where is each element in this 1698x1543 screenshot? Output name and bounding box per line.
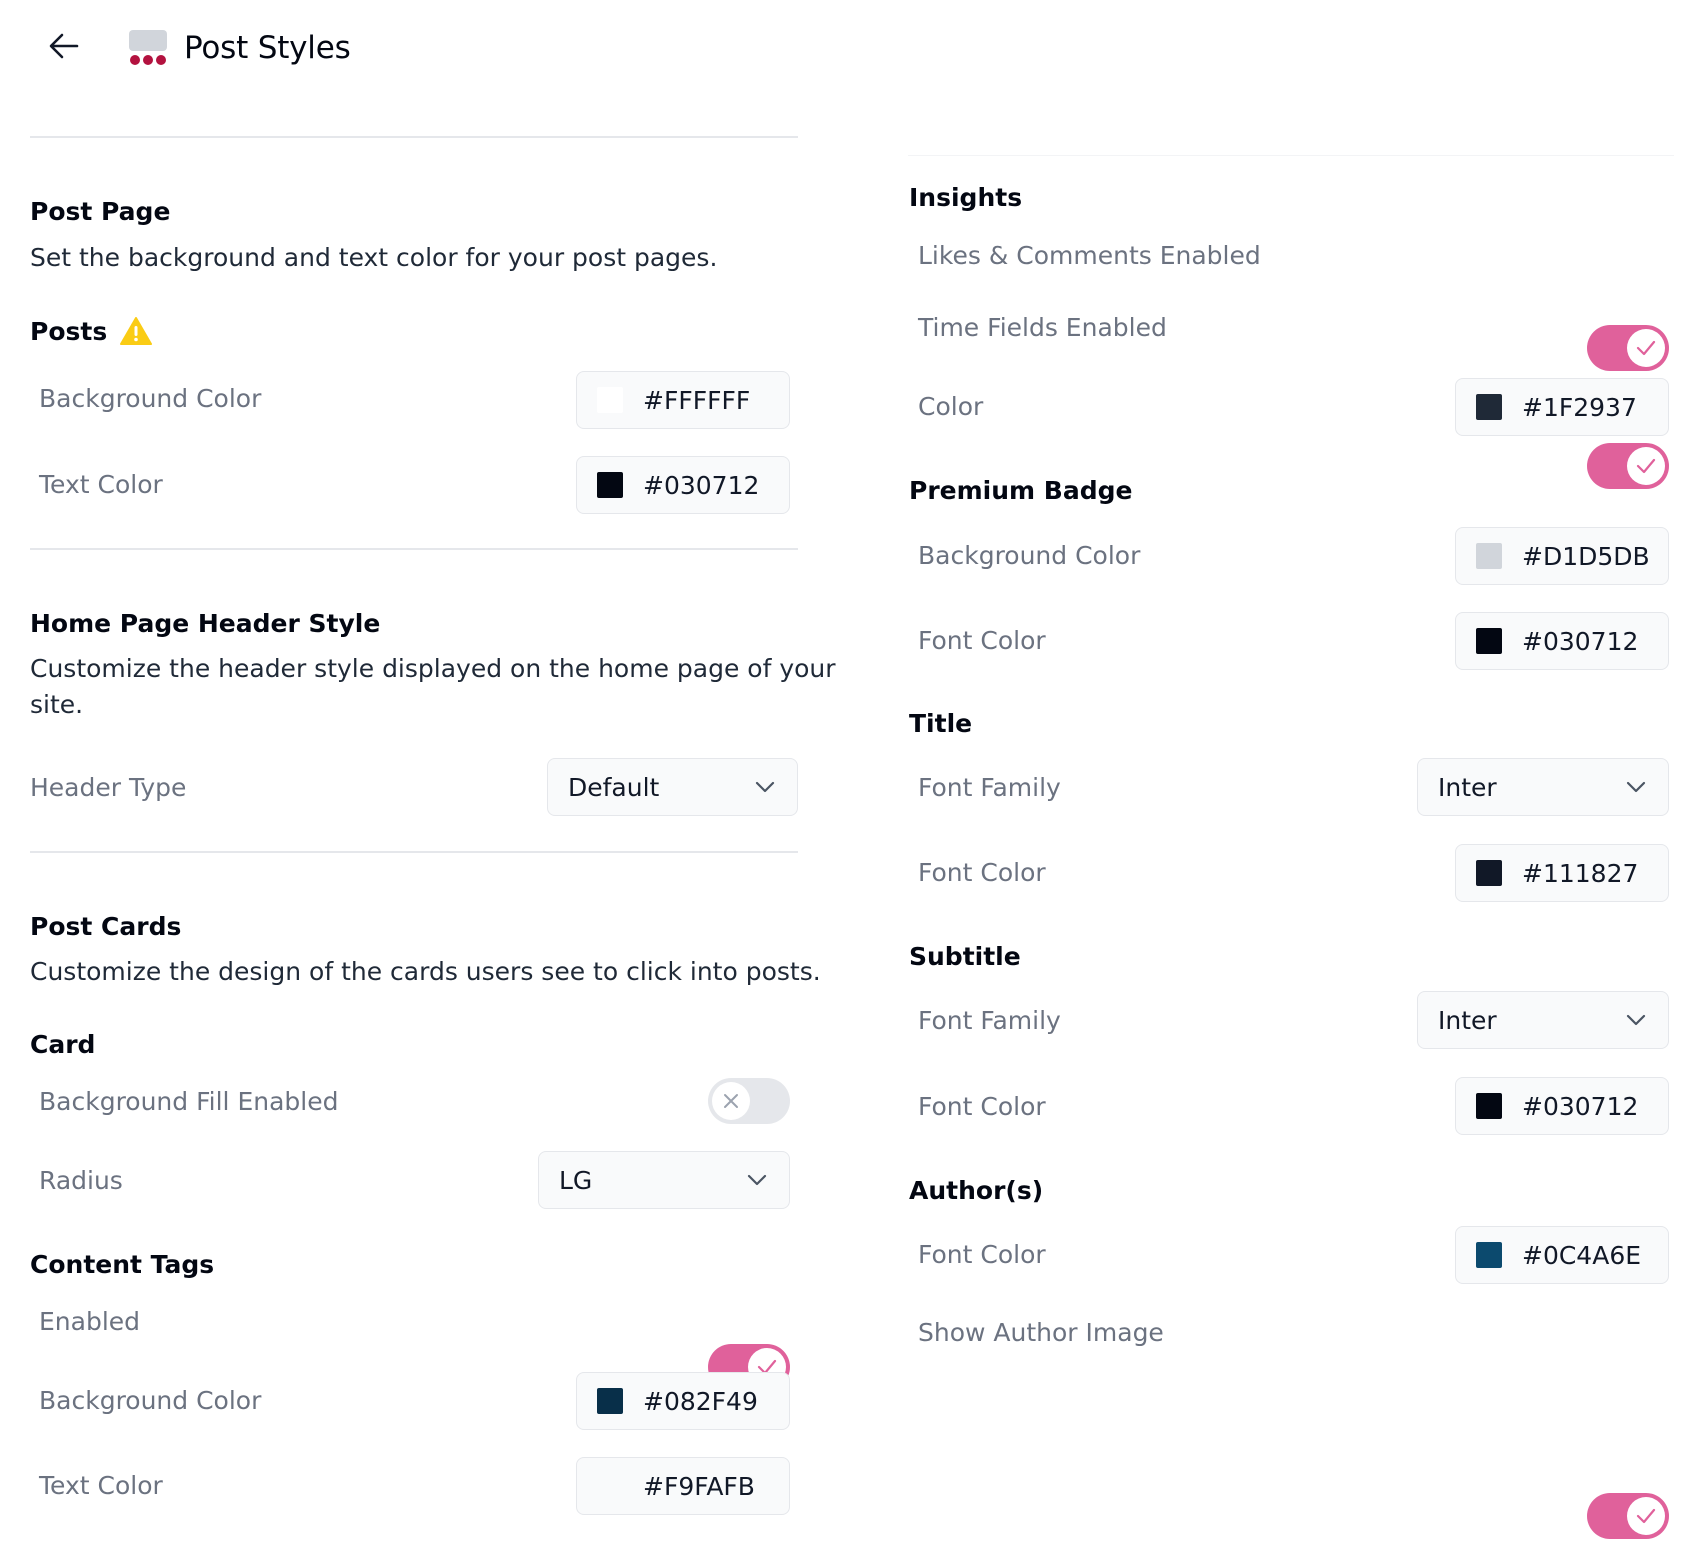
title-font-family-label: Font Family	[918, 773, 1061, 802]
subtitle-font-color-label: Font Color	[918, 1092, 1046, 1121]
header-type-select[interactable]: Default	[547, 758, 798, 816]
divider	[30, 136, 798, 138]
premium-badge-background-color-label: Background Color	[918, 541, 1141, 570]
insights-color-input[interactable]: #1F2937	[1455, 378, 1669, 436]
select-value: Default	[568, 772, 660, 802]
post-page-description: Set the background and text color for yo…	[30, 243, 718, 272]
radius-label: Radius	[39, 1166, 123, 1195]
subtitle-font-family-label: Font Family	[918, 1006, 1061, 1035]
x-icon	[724, 1094, 738, 1108]
color-value: #111827	[1522, 858, 1639, 888]
color-value: #F9FAFB	[643, 1471, 755, 1501]
chevron-down-icon	[747, 1174, 767, 1186]
show-author-image-label: Show Author Image	[918, 1318, 1164, 1347]
color-value: #030712	[1522, 1091, 1639, 1121]
premium-badge-background-color-input[interactable]: #D1D5DB	[1455, 527, 1669, 585]
header-type-label: Header Type	[30, 773, 187, 802]
insights-color-label: Color	[918, 392, 984, 421]
post-cards-description: Customize the design of the cards users …	[30, 957, 821, 986]
time-fields-label: Time Fields Enabled	[918, 313, 1167, 342]
toggle-knob	[1627, 1497, 1665, 1535]
author-font-color-input[interactable]: #0C4A6E	[1455, 1226, 1669, 1284]
divider	[30, 548, 798, 550]
back-button[interactable]	[44, 28, 84, 64]
panel-edge	[908, 155, 1674, 156]
toggle-knob	[1627, 447, 1665, 485]
premium-badge-font-color-input[interactable]: #030712	[1455, 612, 1669, 670]
premium-badge-subtitle: Premium Badge	[909, 476, 1133, 505]
color-value: #0C4A6E	[1522, 1240, 1642, 1270]
posts-background-color-label: Background Color	[39, 384, 262, 413]
toggle-knob	[712, 1082, 750, 1120]
card-subtitle: Card	[30, 1030, 96, 1059]
color-value: #FFFFFF	[643, 385, 751, 415]
title-font-color-label: Font Color	[918, 858, 1046, 887]
chevron-down-icon	[755, 781, 775, 793]
subtitle-subtitle: Subtitle	[909, 942, 1021, 971]
likes-comments-toggle[interactable]	[1587, 325, 1669, 371]
color-swatch	[1476, 543, 1502, 569]
color-swatch	[597, 472, 623, 498]
check-icon	[1636, 1508, 1656, 1524]
author-font-color-label: Font Color	[918, 1240, 1046, 1269]
warning-icon	[119, 316, 153, 346]
color-swatch	[597, 1388, 623, 1414]
color-value: #030712	[643, 470, 760, 500]
home-header-description-line1: Customize the header style displayed on …	[30, 654, 836, 683]
insights-subtitle: Insights	[909, 183, 1023, 212]
radius-select[interactable]: LG	[538, 1151, 790, 1209]
time-fields-toggle[interactable]	[1587, 443, 1669, 489]
posts-background-color-input[interactable]: #FFFFFF	[576, 371, 790, 429]
authors-subtitle: Author(s)	[909, 1176, 1044, 1205]
likes-comments-label: Likes & Comments Enabled	[918, 241, 1261, 270]
premium-badge-font-color-label: Font Color	[918, 626, 1046, 655]
check-icon	[1636, 458, 1656, 474]
color-swatch	[597, 1473, 623, 1499]
content-tags-enabled-label: Enabled	[39, 1307, 141, 1336]
post-styles-icon	[128, 28, 168, 66]
post-page-title: Post Page	[30, 197, 171, 226]
home-header-description-line2: site.	[30, 690, 84, 719]
color-value: #082F49	[643, 1386, 758, 1416]
background-fill-label: Background Fill Enabled	[39, 1087, 339, 1116]
color-swatch	[1476, 860, 1502, 886]
check-icon	[1636, 340, 1656, 356]
title-font-color-input[interactable]: #111827	[1455, 844, 1669, 902]
show-author-image-toggle[interactable]	[1587, 1493, 1669, 1539]
chevron-down-icon	[1626, 781, 1646, 793]
subtitle-font-color-input[interactable]: #030712	[1455, 1077, 1669, 1135]
background-fill-toggle[interactable]	[708, 1078, 790, 1124]
color-swatch	[1476, 1093, 1502, 1119]
color-value: #1F2937	[1522, 392, 1637, 422]
title-subtitle: Title	[909, 709, 973, 738]
content-tags-text-color-label: Text Color	[39, 1471, 163, 1500]
select-value: Inter	[1438, 1005, 1497, 1035]
home-header-title: Home Page Header Style	[30, 609, 381, 638]
page-title: Post Styles	[184, 30, 351, 66]
color-swatch	[1476, 1242, 1502, 1268]
content-tags-text-color-input[interactable]: #F9FAFB	[576, 1457, 790, 1515]
color-swatch	[1476, 628, 1502, 654]
posts-text-color-label: Text Color	[39, 470, 163, 499]
content-tags-subtitle: Content Tags	[30, 1250, 215, 1279]
color-swatch	[1476, 394, 1502, 420]
arrow-left-icon	[49, 33, 79, 59]
posts-subtitle: Posts	[30, 316, 153, 346]
posts-text-color-input[interactable]: #030712	[576, 456, 790, 514]
subtitle-font-family-select[interactable]: Inter	[1417, 991, 1669, 1049]
divider	[30, 851, 798, 853]
color-value: #030712	[1522, 626, 1639, 656]
post-cards-title: Post Cards	[30, 912, 182, 941]
select-value: Inter	[1438, 772, 1497, 802]
chevron-down-icon	[1626, 1014, 1646, 1026]
content-tags-background-color-label: Background Color	[39, 1386, 262, 1415]
select-value: LG	[559, 1165, 593, 1195]
toggle-knob	[1627, 329, 1665, 367]
title-font-family-select[interactable]: Inter	[1417, 758, 1669, 816]
posts-subtitle-label: Posts	[30, 316, 108, 346]
color-swatch	[597, 387, 623, 413]
color-value: #D1D5DB	[1522, 541, 1650, 571]
content-tags-background-color-input[interactable]: #082F49	[576, 1372, 790, 1430]
